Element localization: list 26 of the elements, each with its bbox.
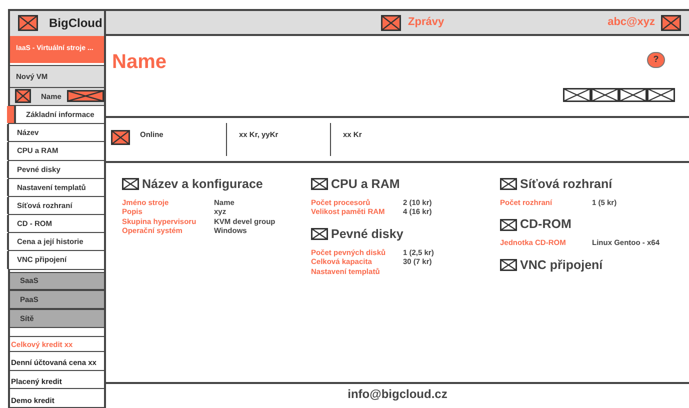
- logo-icon: [18, 15, 38, 32]
- section-title: Název a konfigurace: [142, 176, 263, 193]
- section-title: Pevné disky: [331, 226, 404, 243]
- section-icon: [500, 178, 517, 190]
- toolbar-icon[interactable]: [563, 88, 591, 102]
- status-icon: [111, 130, 130, 145]
- section-title: CPU a RAM: [331, 176, 400, 193]
- brand-name: BigCloud: [49, 15, 102, 32]
- toolbar-icon[interactable]: [591, 88, 619, 102]
- toolbar-icon[interactable]: [619, 88, 647, 102]
- section-icon: [500, 258, 517, 271]
- section-icon: [311, 228, 328, 240]
- user-icon: [661, 14, 681, 30]
- toolbar-icon[interactable]: [647, 88, 675, 102]
- section-icon: [311, 178, 328, 190]
- page-title: Name: [112, 50, 166, 74]
- section-icon: [122, 178, 139, 190]
- section-title: CD-ROM: [520, 216, 572, 234]
- section-title: Síťová rozhraní: [520, 176, 612, 193]
- section-title: VNC připojení: [520, 256, 603, 274]
- messages-icon: [381, 14, 401, 30]
- vm-icon: [15, 89, 31, 104]
- section-icon: [500, 218, 517, 231]
- vm-action-icon: [67, 90, 104, 102]
- help-button[interactable]: ?: [647, 52, 665, 68]
- footer-email[interactable]: info@bigcloud.cz: [348, 385, 448, 408]
